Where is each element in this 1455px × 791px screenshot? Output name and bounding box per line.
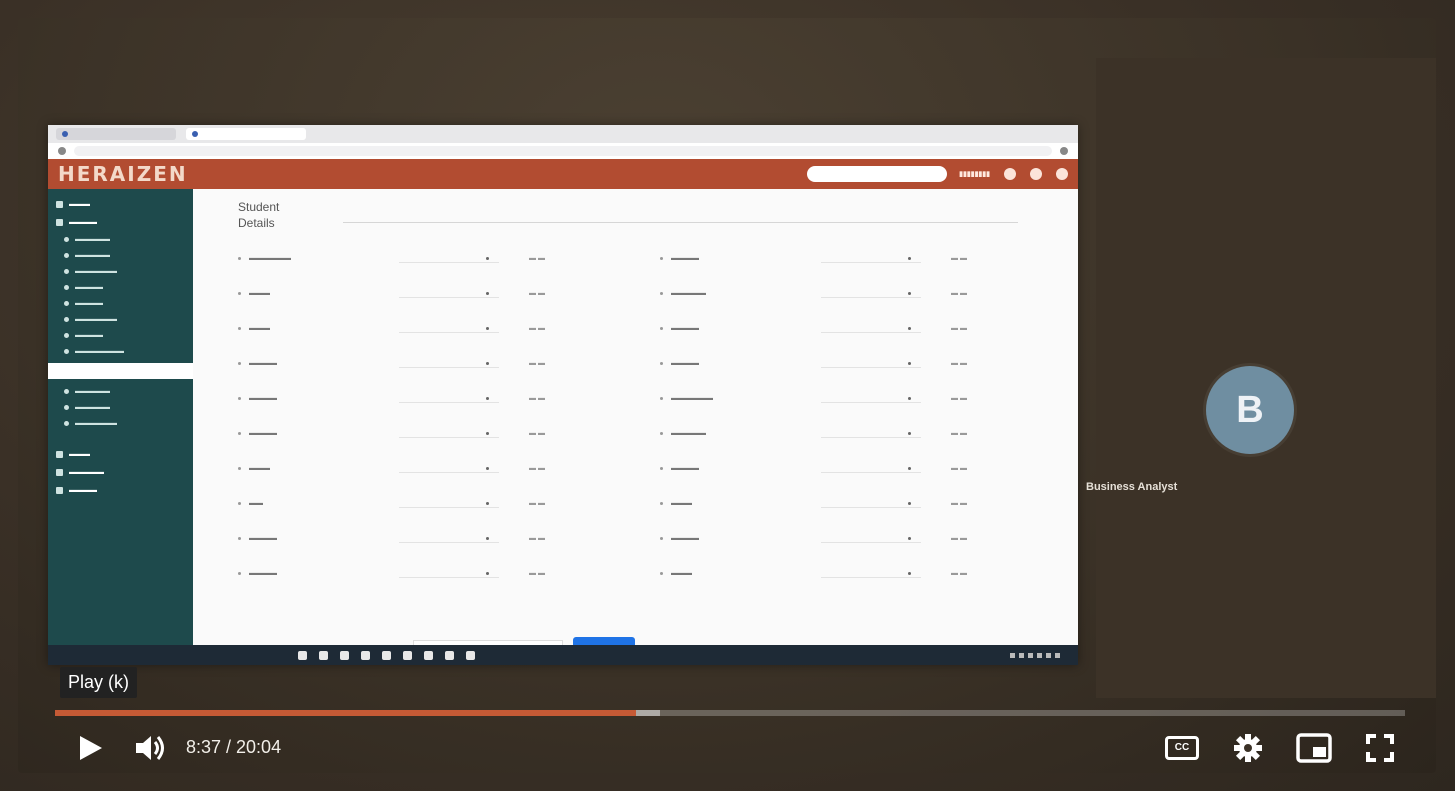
form-row: ▬▬▬▬▬▬ ▬ ▬ (660, 381, 1062, 416)
captions-button[interactable]: CC (1162, 728, 1202, 768)
settings-icon (1030, 168, 1042, 180)
player-controls: 8:37 / 20:04 CC (70, 725, 1400, 770)
form-row: ▬▬ ▬ ▬ (238, 486, 640, 521)
form-row: ▬▬▬ ▬ ▬ (238, 451, 640, 486)
miniplayer-button[interactable] (1294, 728, 1334, 768)
app-search-input (807, 166, 948, 182)
time-display: 8:37 / 20:04 (186, 737, 282, 757)
volume-button[interactable] (132, 728, 172, 768)
sidebar-subitem: ▬▬▬▬▬ (48, 231, 193, 247)
browser-tab-strip (48, 125, 1078, 143)
play-icon (80, 735, 102, 760)
sidebar-item: ▬▬▬ (48, 195, 193, 213)
form-row: ▬▬▬▬ ▬ ▬ (660, 521, 1062, 556)
title-divider (343, 222, 1018, 223)
form-row: ▬▬▬▬ ▬ ▬ (238, 346, 640, 381)
app-logo: HERAIZEN (58, 162, 188, 186)
form-row: ▬▬▬ ▬ ▬ (660, 486, 1062, 521)
volume-icon (136, 735, 164, 760)
form-row: ▬▬▬ ▬ ▬ (238, 311, 640, 346)
sidebar-subitem: ▬▬▬▬ (48, 295, 193, 311)
sidebar-active-item (48, 363, 194, 379)
app-sidebar: ▬▬▬ ▬▬▬▬ ▬▬▬▬▬ ▬▬▬▬▬ ▬▬▬▬▬▬ ▬▬▬▬ ▬▬▬▬ ▬▬… (48, 189, 194, 665)
sidebar-subitem: ▬▬▬▬▬ (48, 247, 193, 263)
profile-icon (1060, 147, 1068, 155)
sidebar-subitem: ▬▬▬▬▬ (48, 383, 193, 399)
sidebar-item: ▬▬▬▬ (48, 481, 193, 499)
form-row: ▬▬▬ ▬ ▬ (660, 556, 1062, 591)
form-row: ▬▬▬ ▬ ▬ (238, 276, 640, 311)
sidebar-subitem: ▬▬▬▬▬▬ (48, 311, 193, 327)
sidebar-item: ▬▬▬▬▬ (48, 463, 193, 481)
app-user-menu: ▮▮▮▮▮▮▮▮ (959, 171, 990, 178)
sidebar-item: ▬▬▬ (48, 445, 193, 463)
settings-button[interactable] (1228, 728, 1268, 768)
sidebar-subitem: ▬▬▬▬▬▬ (48, 263, 193, 279)
url-field (74, 146, 1052, 156)
app-header: HERAIZEN ▮▮▮▮▮▮▮▮ (48, 159, 1078, 189)
form-row: ▬▬▬▬ ▬ ▬ (660, 451, 1062, 486)
form-row: ▬▬▬▬▬ ▬ ▬ (660, 416, 1062, 451)
participant-avatar: B (1206, 366, 1294, 454)
form-row: ▬▬▬▬ ▬ ▬ (660, 311, 1062, 346)
form-row: ▬▬▬▬ ▬ ▬ (660, 346, 1062, 381)
gear-icon (1234, 733, 1262, 762)
system-tray (1010, 652, 1060, 658)
form-row: ▬▬▬▬ ▬ ▬ (238, 521, 640, 556)
sidebar-subitem: ▬▬▬▬▬ (48, 399, 193, 415)
sidebar-subitem: ▬▬▬▬▬▬▬ (48, 343, 193, 359)
shared-screen: HERAIZEN ▮▮▮▮▮▮▮▮ ▬▬▬ ▬▬▬▬ ▬▬▬▬▬ ▬▬▬▬▬ ▬… (48, 125, 1078, 665)
logout-icon (1056, 168, 1068, 180)
notification-icon (1004, 168, 1016, 180)
form-row: ▬▬▬▬▬ ▬ ▬ (660, 276, 1062, 311)
avatar-initial: B (1236, 388, 1264, 431)
sidebar-subitem: ▬▬▬▬ (48, 327, 193, 343)
play-button[interactable] (70, 728, 110, 768)
browser-tab (186, 128, 306, 140)
participant-name: Business Analyst (1086, 481, 1178, 493)
sidebar-subitem: ▬▬▬▬▬▬ (48, 415, 193, 431)
section-title: Student (238, 200, 280, 214)
form-row: ▬▬▬▬▬▬ ▬ ▬ (238, 241, 640, 276)
progress-bar[interactable] (55, 710, 1405, 716)
form-row: ▬▬▬▬ ▬ ▬ (238, 556, 640, 591)
form-row: ▬▬▬▬ ▬ ▬ (660, 241, 1062, 276)
app-content: Student Details ▬▬▬▬▬▬ ▬ ▬ ▬▬▬▬ ▬ ▬ ▬▬▬ ▬ ▬… (193, 189, 1078, 665)
play-tooltip: Play (k) (60, 667, 138, 698)
nav-icon (58, 147, 66, 155)
sidebar-subitem: ▬▬▬▬ (48, 279, 193, 295)
captions-icon: CC (1165, 735, 1199, 760)
miniplayer-icon (1296, 732, 1332, 763)
form-row: ▬▬▬▬ ▬ ▬ (238, 416, 640, 451)
browser-address-bar (48, 143, 1078, 159)
fullscreen-icon (1366, 733, 1394, 762)
form-row: ▬▬▬▬ ▬ ▬ (238, 381, 640, 416)
os-taskbar (48, 645, 1078, 665)
sidebar-item: ▬▬▬▬ (48, 213, 193, 231)
form-grid: ▬▬▬▬▬▬ ▬ ▬ ▬▬▬▬ ▬ ▬ ▬▬▬ ▬ ▬ ▬▬▬▬▬ ▬ ▬ ▬▬▬ ▬ ▬… (238, 241, 1062, 591)
browser-tab (56, 128, 176, 140)
fullscreen-button[interactable] (1360, 728, 1400, 768)
section-subtitle: Details (238, 216, 275, 230)
played-bar (55, 710, 636, 716)
